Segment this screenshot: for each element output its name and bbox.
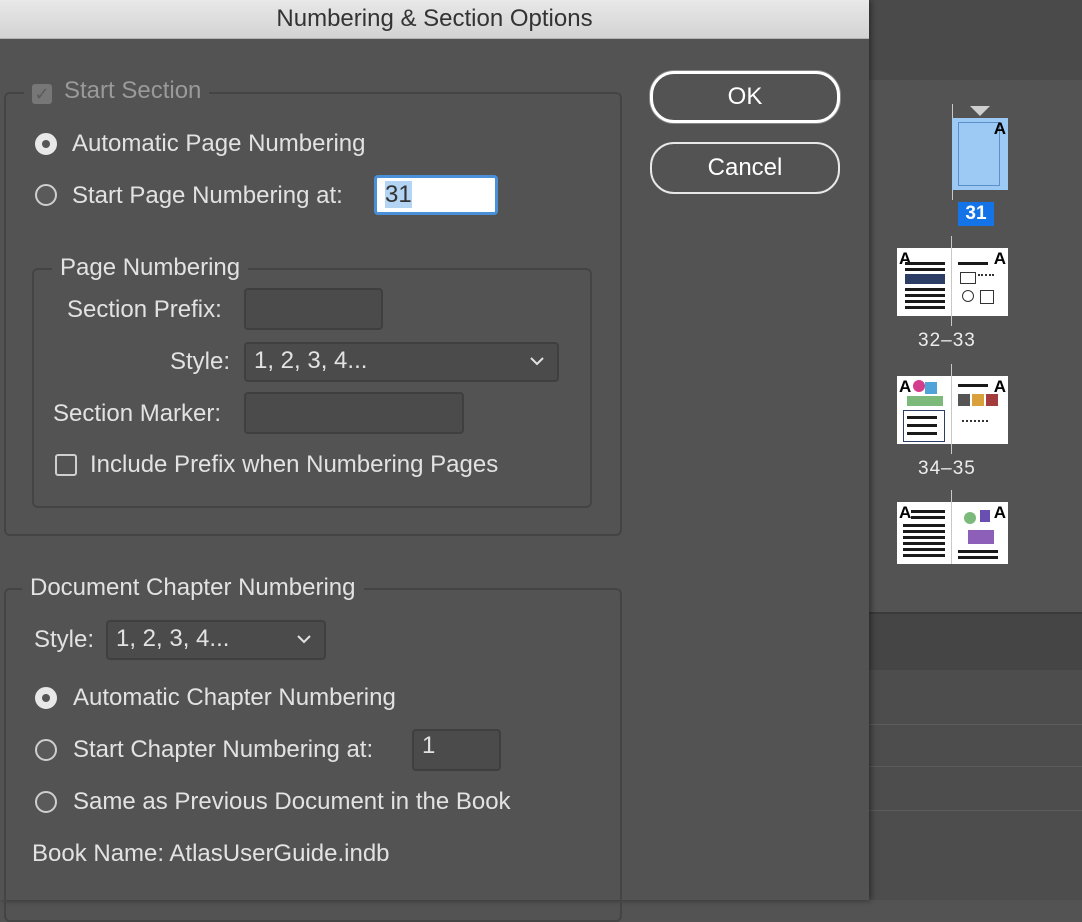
start-chapter-numbering-label: Start Chapter Numbering at: — [73, 736, 374, 763]
cancel-button[interactable]: Cancel — [650, 142, 840, 194]
page-style-value: 1, 2, 3, 4... — [254, 347, 368, 374]
master-a-label: A — [993, 377, 1006, 396]
ok-button[interactable]: OK — [650, 71, 840, 123]
page-thumb-35[interactable]: A — [952, 376, 1008, 444]
book-name-label: Book Name: AtlasUserGuide.indb — [32, 840, 390, 867]
page-thumb-33[interactable]: A — [952, 248, 1008, 316]
page-thumb-37[interactable]: A — [952, 502, 1008, 564]
chapter-style-value: 1, 2, 3, 4... — [116, 625, 230, 652]
page-label-32-33: 32–33 — [918, 330, 976, 351]
master-a-label: A — [899, 503, 912, 522]
page-thumb-36[interactable]: A — [897, 502, 951, 564]
auto-page-numbering-label: Automatic Page Numbering — [72, 130, 366, 157]
section-prefix-input[interactable] — [244, 288, 383, 330]
page-style-label: Style: — [170, 348, 231, 375]
page-thumb-31[interactable]: A — [952, 118, 1008, 190]
start-chapter-number-input[interactable]: 1 — [412, 729, 501, 771]
page-thumb-34[interactable]: A — [897, 376, 951, 444]
start-page-number-input[interactable]: 31 — [374, 175, 498, 215]
page-thumb-32[interactable]: A — [897, 248, 951, 316]
page-numbering-legend: Page Numbering — [52, 254, 249, 282]
auto-chapter-numbering-label: Automatic Chapter Numbering — [73, 684, 396, 711]
auto-page-numbering-radio[interactable] — [35, 133, 57, 155]
master-a-label: A — [993, 503, 1006, 522]
page-label-34-35: 34–35 — [918, 458, 976, 479]
dialog-title: Numbering & Section Options — [0, 0, 869, 39]
master-a-label: A — [993, 119, 1006, 138]
same-as-previous-label: Same as Previous Document in the Book — [73, 788, 511, 815]
section-marker-input[interactable] — [244, 392, 464, 434]
panel-lower — [868, 670, 1082, 900]
chapter-style-label: Style: — [34, 626, 95, 653]
page-style-select[interactable]: 1, 2, 3, 4... — [244, 342, 559, 382]
start-section-checkbox[interactable]: ✓ — [32, 84, 52, 104]
chevron-down-icon — [529, 344, 545, 393]
auto-chapter-numbering-radio[interactable] — [35, 687, 57, 709]
start-page-numbering-label: Start Page Numbering at: — [72, 182, 343, 209]
same-as-previous-radio[interactable] — [35, 791, 57, 813]
section-prefix-label: Section Prefix: — [67, 296, 222, 323]
panel-header — [868, 0, 1082, 80]
section-start-marker-icon — [970, 106, 990, 116]
masters-divider — [868, 614, 1082, 670]
master-a-label: A — [899, 377, 912, 396]
include-prefix-label: Include Prefix when Numbering Pages — [90, 451, 499, 478]
page-label-31: 31 — [958, 202, 994, 226]
numbering-section-options-dialog: Numbering & Section Options ✓ Start Secti… — [0, 0, 869, 922]
chevron-down-icon — [296, 622, 312, 671]
start-page-numbering-radio[interactable] — [35, 184, 57, 206]
pages-panel: A 31 A A 32–33 A A 34–35 A A — [868, 0, 1082, 900]
chapter-numbering-legend: Document Chapter Numbering — [22, 574, 364, 602]
start-chapter-numbering-radio[interactable] — [35, 739, 57, 761]
chapter-style-select[interactable]: 1, 2, 3, 4... — [106, 620, 326, 660]
section-marker-label: Section Marker: — [53, 400, 222, 427]
include-prefix-checkbox[interactable] — [55, 454, 77, 476]
start-section-legend: ✓ Start Section — [24, 77, 210, 105]
master-a-label: A — [993, 249, 1006, 268]
start-section-label: Start Section — [64, 77, 202, 104]
start-page-number-value: 31 — [385, 181, 412, 208]
